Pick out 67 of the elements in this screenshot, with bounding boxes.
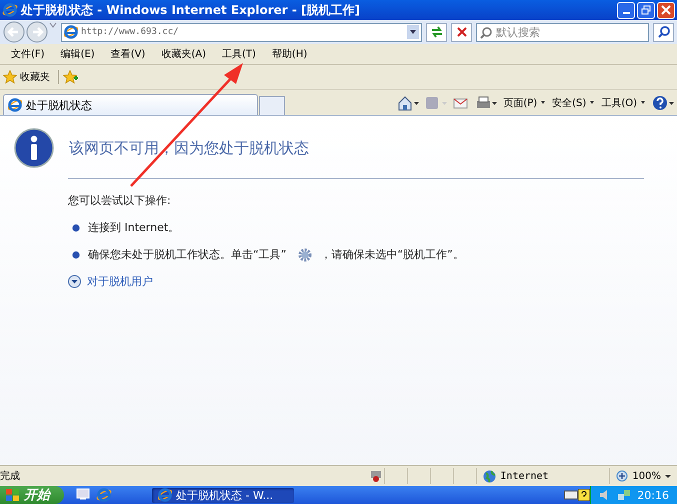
caret-icon xyxy=(540,100,546,105)
caret-icon xyxy=(640,100,646,105)
suggestion-text: 确保您未处于脱机工作状态。单击“工具” xyxy=(88,247,286,262)
dropdown-icon[interactable] xyxy=(407,25,419,39)
suggestion-text: 连接到 Internet。 xyxy=(88,220,180,235)
minimize-icon xyxy=(622,12,630,14)
start-button[interactable]: 开始 xyxy=(0,486,64,504)
ie-logo-icon xyxy=(158,488,172,502)
zoom-level[interactable]: 100% xyxy=(632,470,661,482)
maximize-icon xyxy=(641,5,651,15)
bullet-icon xyxy=(72,250,80,258)
search-icon xyxy=(480,26,492,38)
favorites-button[interactable]: 收藏夹 xyxy=(3,70,59,84)
refresh-icon xyxy=(430,26,444,38)
minimize-button[interactable] xyxy=(617,2,635,18)
keyboard-icon xyxy=(564,490,578,500)
bullet-icon xyxy=(72,224,80,232)
page-heading: 该网页不可用，因为您处于脱机状态 xyxy=(69,138,309,158)
search-field[interactable]: 默认搜索 xyxy=(476,22,649,42)
intro-text: 您可以尝试以下操作: xyxy=(68,193,172,208)
menu-item[interactable]: 收藏夹(A) xyxy=(153,47,214,61)
caret-icon[interactable] xyxy=(665,474,671,478)
zoom-icon xyxy=(616,470,628,482)
command-menu[interactable]: 安全(S) xyxy=(552,96,596,110)
clock: 20:16 xyxy=(637,488,669,502)
suggestion-text: ，请确保未选中“脱机工作”。 xyxy=(320,247,464,262)
ie-page-icon xyxy=(64,25,78,39)
stop-button[interactable] xyxy=(451,22,472,42)
taskbar-button[interactable]: 处于脱机状态 - W... xyxy=(152,488,294,502)
gear-icon xyxy=(298,248,312,262)
command-menu[interactable]: 工具(O) xyxy=(601,96,646,110)
menu-item[interactable]: 查看(V) xyxy=(102,47,154,61)
maximize-button[interactable] xyxy=(637,2,655,18)
menu-item[interactable]: 工具(T) xyxy=(214,47,264,61)
stop-icon xyxy=(456,27,466,37)
offline-help-link[interactable]: 对于脱机用户 xyxy=(87,274,153,289)
zone-text: Internet xyxy=(500,470,549,482)
windows-logo-icon xyxy=(6,488,20,502)
info-icon xyxy=(14,128,54,168)
add-favorite-icon[interactable] xyxy=(63,70,79,84)
window-title: 处于脱机状态 - Windows Internet Explorer - [脱机工作] xyxy=(21,2,362,18)
forward-icon[interactable] xyxy=(26,21,48,43)
status-text: 完成 xyxy=(0,470,21,483)
globe-icon xyxy=(483,470,496,482)
close-button[interactable] xyxy=(657,2,675,18)
command-menu[interactable]: 页面(P) xyxy=(503,96,546,110)
star-icon xyxy=(3,70,17,84)
expand-icon[interactable] xyxy=(68,275,81,288)
close-icon xyxy=(661,5,671,15)
menu-item[interactable]: 编辑(E) xyxy=(52,47,103,61)
search-icon xyxy=(658,26,670,38)
ie-page-icon xyxy=(8,98,22,112)
refresh-button[interactable] xyxy=(426,22,447,42)
search-button[interactable] xyxy=(653,22,674,42)
home-icon[interactable] xyxy=(397,94,420,110)
print-icon[interactable] xyxy=(475,94,498,110)
menu-item[interactable]: 帮助(H) xyxy=(264,47,316,61)
ie-logo-icon xyxy=(2,2,18,18)
browser-tab[interactable]: 处于脱机状态 xyxy=(3,94,258,115)
desktop-icon[interactable] xyxy=(76,487,90,501)
back-icon[interactable] xyxy=(3,21,25,43)
caret-icon xyxy=(589,100,596,105)
help-icon[interactable] xyxy=(652,94,674,110)
address-field[interactable]: http://www.693.cc/ xyxy=(61,22,422,42)
menu-item[interactable]: 文件(F) xyxy=(3,47,53,61)
help-icon[interactable] xyxy=(578,489,590,501)
ie-logo-icon[interactable] xyxy=(96,487,112,503)
